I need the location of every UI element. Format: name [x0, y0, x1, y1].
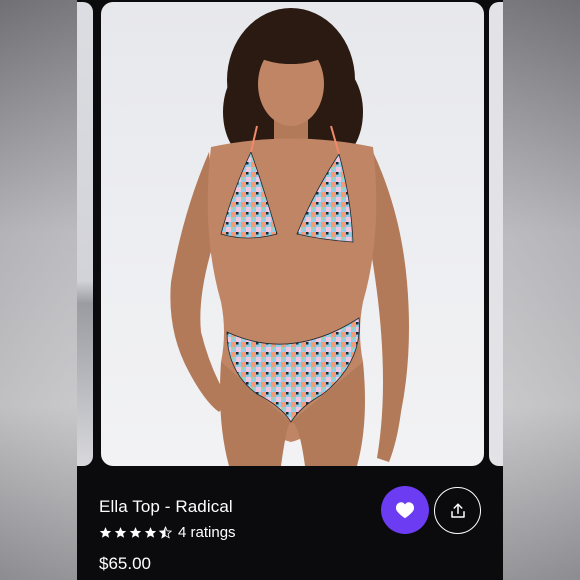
half-star-icon: [159, 526, 172, 539]
product-title[interactable]: Ella Top - Radical: [99, 497, 233, 517]
star-icon: [144, 527, 157, 538]
rating-row[interactable]: 4 ratings: [99, 524, 236, 541]
star-icon: [99, 527, 112, 538]
share-icon: [450, 503, 465, 518]
product-info-panel: Ella Top - Radical 4 ratings $65.00: [77, 469, 503, 580]
heart-icon: [395, 502, 415, 519]
share-button[interactable]: [434, 487, 481, 534]
star-icon: [129, 527, 142, 538]
next-image-card[interactable]: [489, 2, 503, 466]
image-carousel[interactable]: [77, 0, 503, 469]
ratings-count: 4 ratings: [178, 524, 236, 541]
previous-image-card[interactable]: [77, 2, 93, 466]
product-listing-screen: Ella Top - Radical 4 ratings $65.00: [77, 0, 503, 580]
background-blur-left: [0, 0, 78, 580]
star-icon: [114, 527, 127, 538]
product-photo[interactable]: [101, 2, 484, 466]
like-button[interactable]: [381, 486, 429, 534]
background-blur-right: [502, 0, 580, 580]
rating-stars: [99, 526, 172, 539]
product-price: $65.00: [99, 554, 151, 573]
model-photo-illustration: [170, 8, 409, 466]
